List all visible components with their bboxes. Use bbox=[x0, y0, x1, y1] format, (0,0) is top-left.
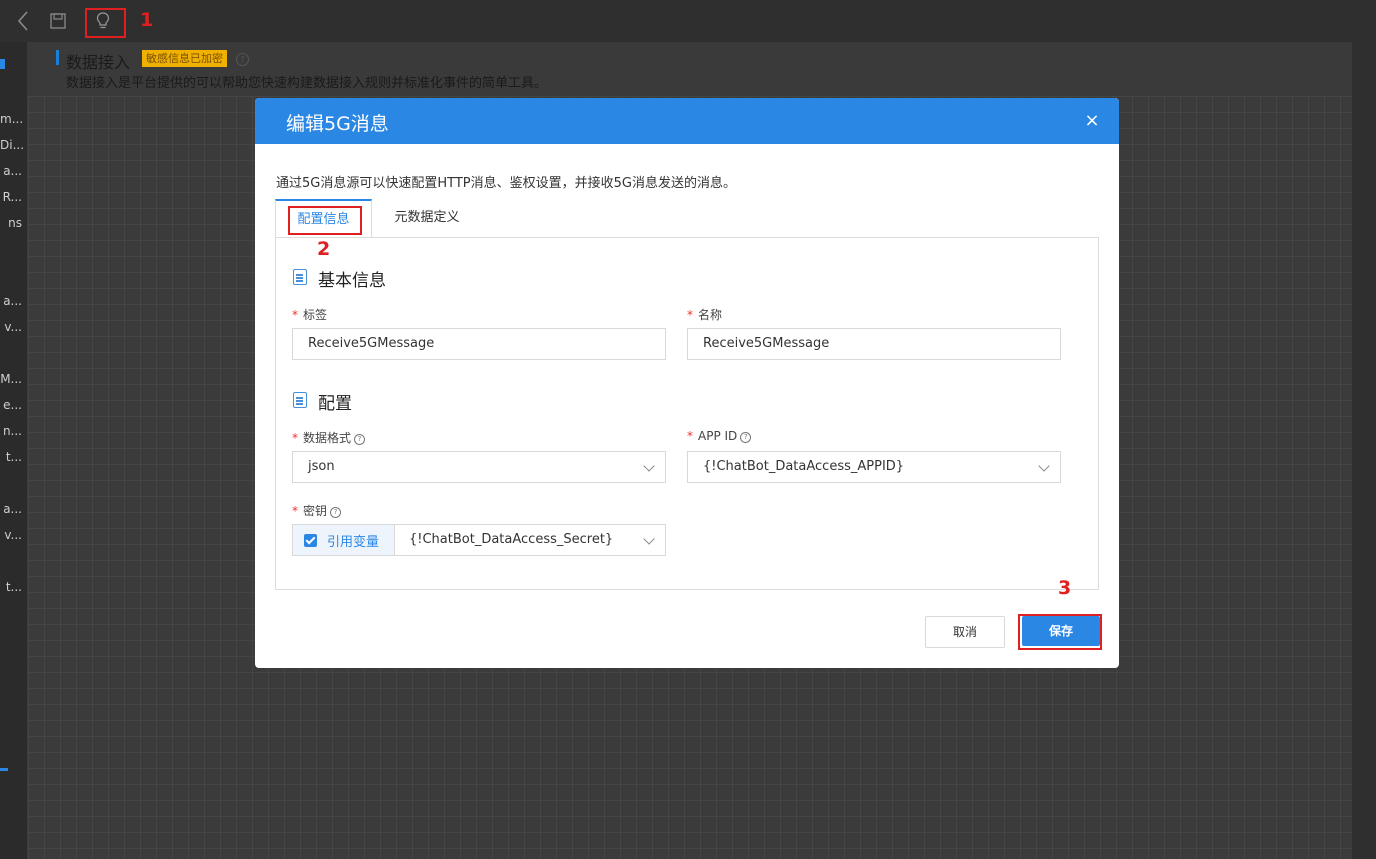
annotation-box-2 bbox=[288, 206, 362, 235]
help-icon[interactable]: ? bbox=[236, 53, 249, 66]
name-input[interactable]: Receive5GMessage bbox=[687, 328, 1061, 360]
app-id-label: * APP ID? bbox=[687, 429, 752, 443]
left-sidebar: m... Di... a... R... ns a... v... M... e… bbox=[0, 42, 28, 859]
checkbox-checked-icon[interactable] bbox=[304, 534, 317, 547]
sidebar-collapse-icon[interactable] bbox=[0, 768, 8, 771]
sidebar-item[interactable]: v... bbox=[0, 528, 27, 544]
sidebar-item[interactable]: ns bbox=[0, 216, 27, 232]
data-format-select[interactable]: json bbox=[292, 451, 666, 483]
data-format-value: json bbox=[308, 459, 335, 474]
help-icon[interactable]: ? bbox=[740, 432, 752, 443]
required-mark: * bbox=[292, 431, 298, 445]
secret-label: * 密钥? bbox=[292, 502, 342, 519]
sidebar-item[interactable]: n... bbox=[0, 424, 27, 440]
data-format-label-text: 数据格式 bbox=[303, 431, 352, 445]
chevron-down-icon bbox=[643, 460, 655, 472]
back-icon[interactable] bbox=[16, 10, 30, 32]
sidebar-item[interactable]: v... bbox=[0, 320, 27, 336]
page-title: 数据接入 bbox=[66, 53, 131, 72]
secret-label-text: 密钥 bbox=[303, 504, 328, 518]
dialog-title: 编辑5G消息 bbox=[286, 113, 389, 135]
chevron-down-icon bbox=[643, 533, 655, 545]
top-toolbar bbox=[0, 0, 1376, 43]
sidebar-item[interactable]: a... bbox=[0, 502, 27, 518]
section-list-icon bbox=[293, 392, 307, 408]
name-label: * 名称 bbox=[687, 306, 722, 323]
section-list-icon bbox=[293, 269, 307, 285]
sidebar-item[interactable]: m... bbox=[0, 112, 27, 128]
annotation-box-3 bbox=[1018, 614, 1102, 650]
section-title-basic: 基本信息 bbox=[318, 271, 386, 291]
required-mark: * bbox=[687, 308, 693, 322]
sidebar-item[interactable]: Di... bbox=[0, 138, 27, 154]
cancel-button[interactable]: 取消 bbox=[925, 616, 1005, 648]
sidebar-active-indicator bbox=[0, 59, 5, 69]
annotation-number-3: 3 bbox=[1058, 577, 1072, 599]
reference-variable-toggle[interactable]: 引用变量 bbox=[292, 524, 395, 556]
reference-variable-label: 引用变量 bbox=[327, 535, 380, 550]
help-icon[interactable]: ? bbox=[354, 434, 366, 445]
app-id-label-text: APP ID bbox=[698, 429, 738, 443]
annotation-box-1 bbox=[85, 8, 126, 38]
annotation-number-1: 1 bbox=[140, 9, 154, 31]
app-id-value: {!ChatBot_DataAccess_APPID} bbox=[703, 459, 905, 474]
encrypted-badge: 敏感信息已加密 bbox=[142, 50, 227, 67]
section-title-config: 配置 bbox=[318, 394, 352, 414]
tab-metadata-definition[interactable]: 元数据定义 bbox=[372, 199, 482, 237]
edit-5g-message-dialog: 编辑5G消息 × 通过5G消息源可以快速配置HTTP消息、鉴权设置，并接收5G消… bbox=[255, 98, 1119, 668]
help-icon[interactable]: ? bbox=[330, 507, 342, 518]
secret-value: {!ChatBot_DataAccess_Secret} bbox=[409, 532, 614, 547]
dialog-description: 通过5G消息源可以快速配置HTTP消息、鉴权设置，并接收5G消息发送的消息。 bbox=[276, 176, 736, 191]
right-panel-edge bbox=[1352, 42, 1376, 859]
name-label-text: 名称 bbox=[698, 308, 723, 322]
chevron-down-icon bbox=[1038, 460, 1050, 472]
secret-select[interactable]: {!ChatBot_DataAccess_Secret} bbox=[394, 524, 666, 556]
required-mark: * bbox=[687, 429, 693, 443]
required-mark: * bbox=[292, 504, 298, 518]
required-mark: * bbox=[292, 308, 298, 322]
tag-input[interactable]: Receive5GMessage bbox=[292, 328, 666, 360]
sidebar-item[interactable]: e... bbox=[0, 398, 27, 414]
sidebar-item[interactable]: a... bbox=[0, 164, 27, 180]
tag-label: * 标签 bbox=[292, 306, 327, 323]
title-accent-bar bbox=[56, 50, 59, 65]
page-description: 数据接入是平台提供的可以帮助您快速构建数据接入规则并标准化事件的简单工具。 bbox=[66, 76, 548, 91]
sidebar-item[interactable]: R... bbox=[0, 190, 27, 206]
sidebar-item[interactable]: t... bbox=[0, 450, 27, 466]
sidebar-item[interactable]: t... bbox=[0, 580, 27, 596]
close-icon[interactable]: × bbox=[1083, 112, 1101, 130]
save-icon[interactable] bbox=[49, 10, 67, 32]
sidebar-item[interactable]: M... bbox=[0, 372, 27, 388]
data-format-label: * 数据格式? bbox=[292, 429, 366, 446]
tag-label-text: 标签 bbox=[303, 308, 328, 322]
app-id-select[interactable]: {!ChatBot_DataAccess_APPID} bbox=[687, 451, 1061, 483]
sidebar-item[interactable]: a... bbox=[0, 294, 27, 310]
